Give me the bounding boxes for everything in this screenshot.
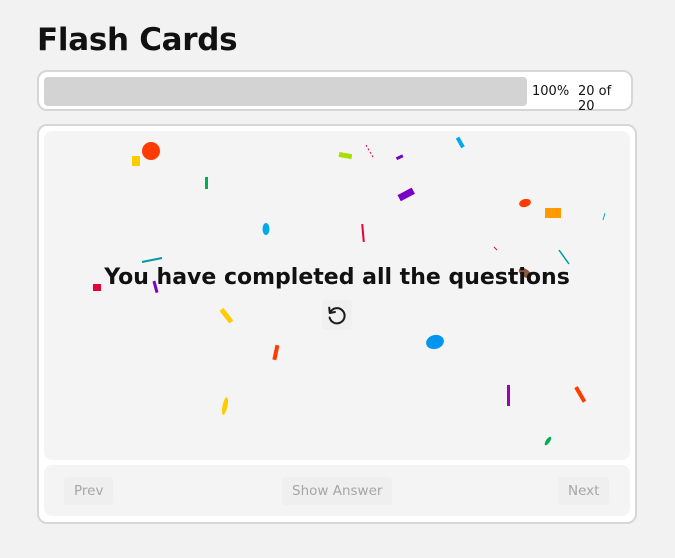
flash-card-panel: You have completed all the questions Pre… [37,124,637,524]
restart-button[interactable] [322,300,352,330]
progress-panel: 100% 20 of 20 [37,70,633,114]
confetti-piece [365,144,375,160]
prev-button[interactable]: Prev [64,477,114,505]
next-button[interactable]: Next [558,477,610,505]
confetti-piece [132,156,140,166]
progress-count: 20 of 20 [578,84,612,114]
confetti-piece [142,142,160,160]
confetti-piece [426,334,444,350]
confetti-piece [272,344,280,361]
confetti-piece [395,154,404,161]
card-navigation: Prev Show Answer Next [44,465,630,516]
confetti-animation [93,136,606,446]
confetti-piece [397,187,415,202]
confetti-piece [574,386,587,403]
confetti-piece [544,436,552,446]
confetti-piece [205,177,208,189]
confetti-piece [545,208,561,218]
confetti-piece [219,307,234,324]
restart-icon [328,306,346,325]
confetti-piece [338,151,353,160]
progress-bar-fill [44,77,527,106]
confetti-piece [221,397,229,415]
flash-card: You have completed all the questions [44,131,630,460]
page-title: Flash Cards [37,22,238,58]
confetti-piece [361,223,365,243]
confetti-piece [493,246,498,251]
progress-percent: 100% [532,84,570,99]
confetti-piece [558,249,570,265]
progress-bar [44,77,527,106]
confetti-piece [455,136,465,149]
flash-cards-page: Flash Cards 100% 20 of 20 You have compl… [0,0,675,558]
confetti-piece [507,385,510,406]
confetti-piece [519,198,531,208]
show-answer-button[interactable]: Show Answer [282,477,393,505]
confetti-piece [262,223,270,235]
completion-message: You have completed all the questions [104,265,570,290]
confetti-piece [141,257,163,263]
confetti-piece [602,212,606,221]
